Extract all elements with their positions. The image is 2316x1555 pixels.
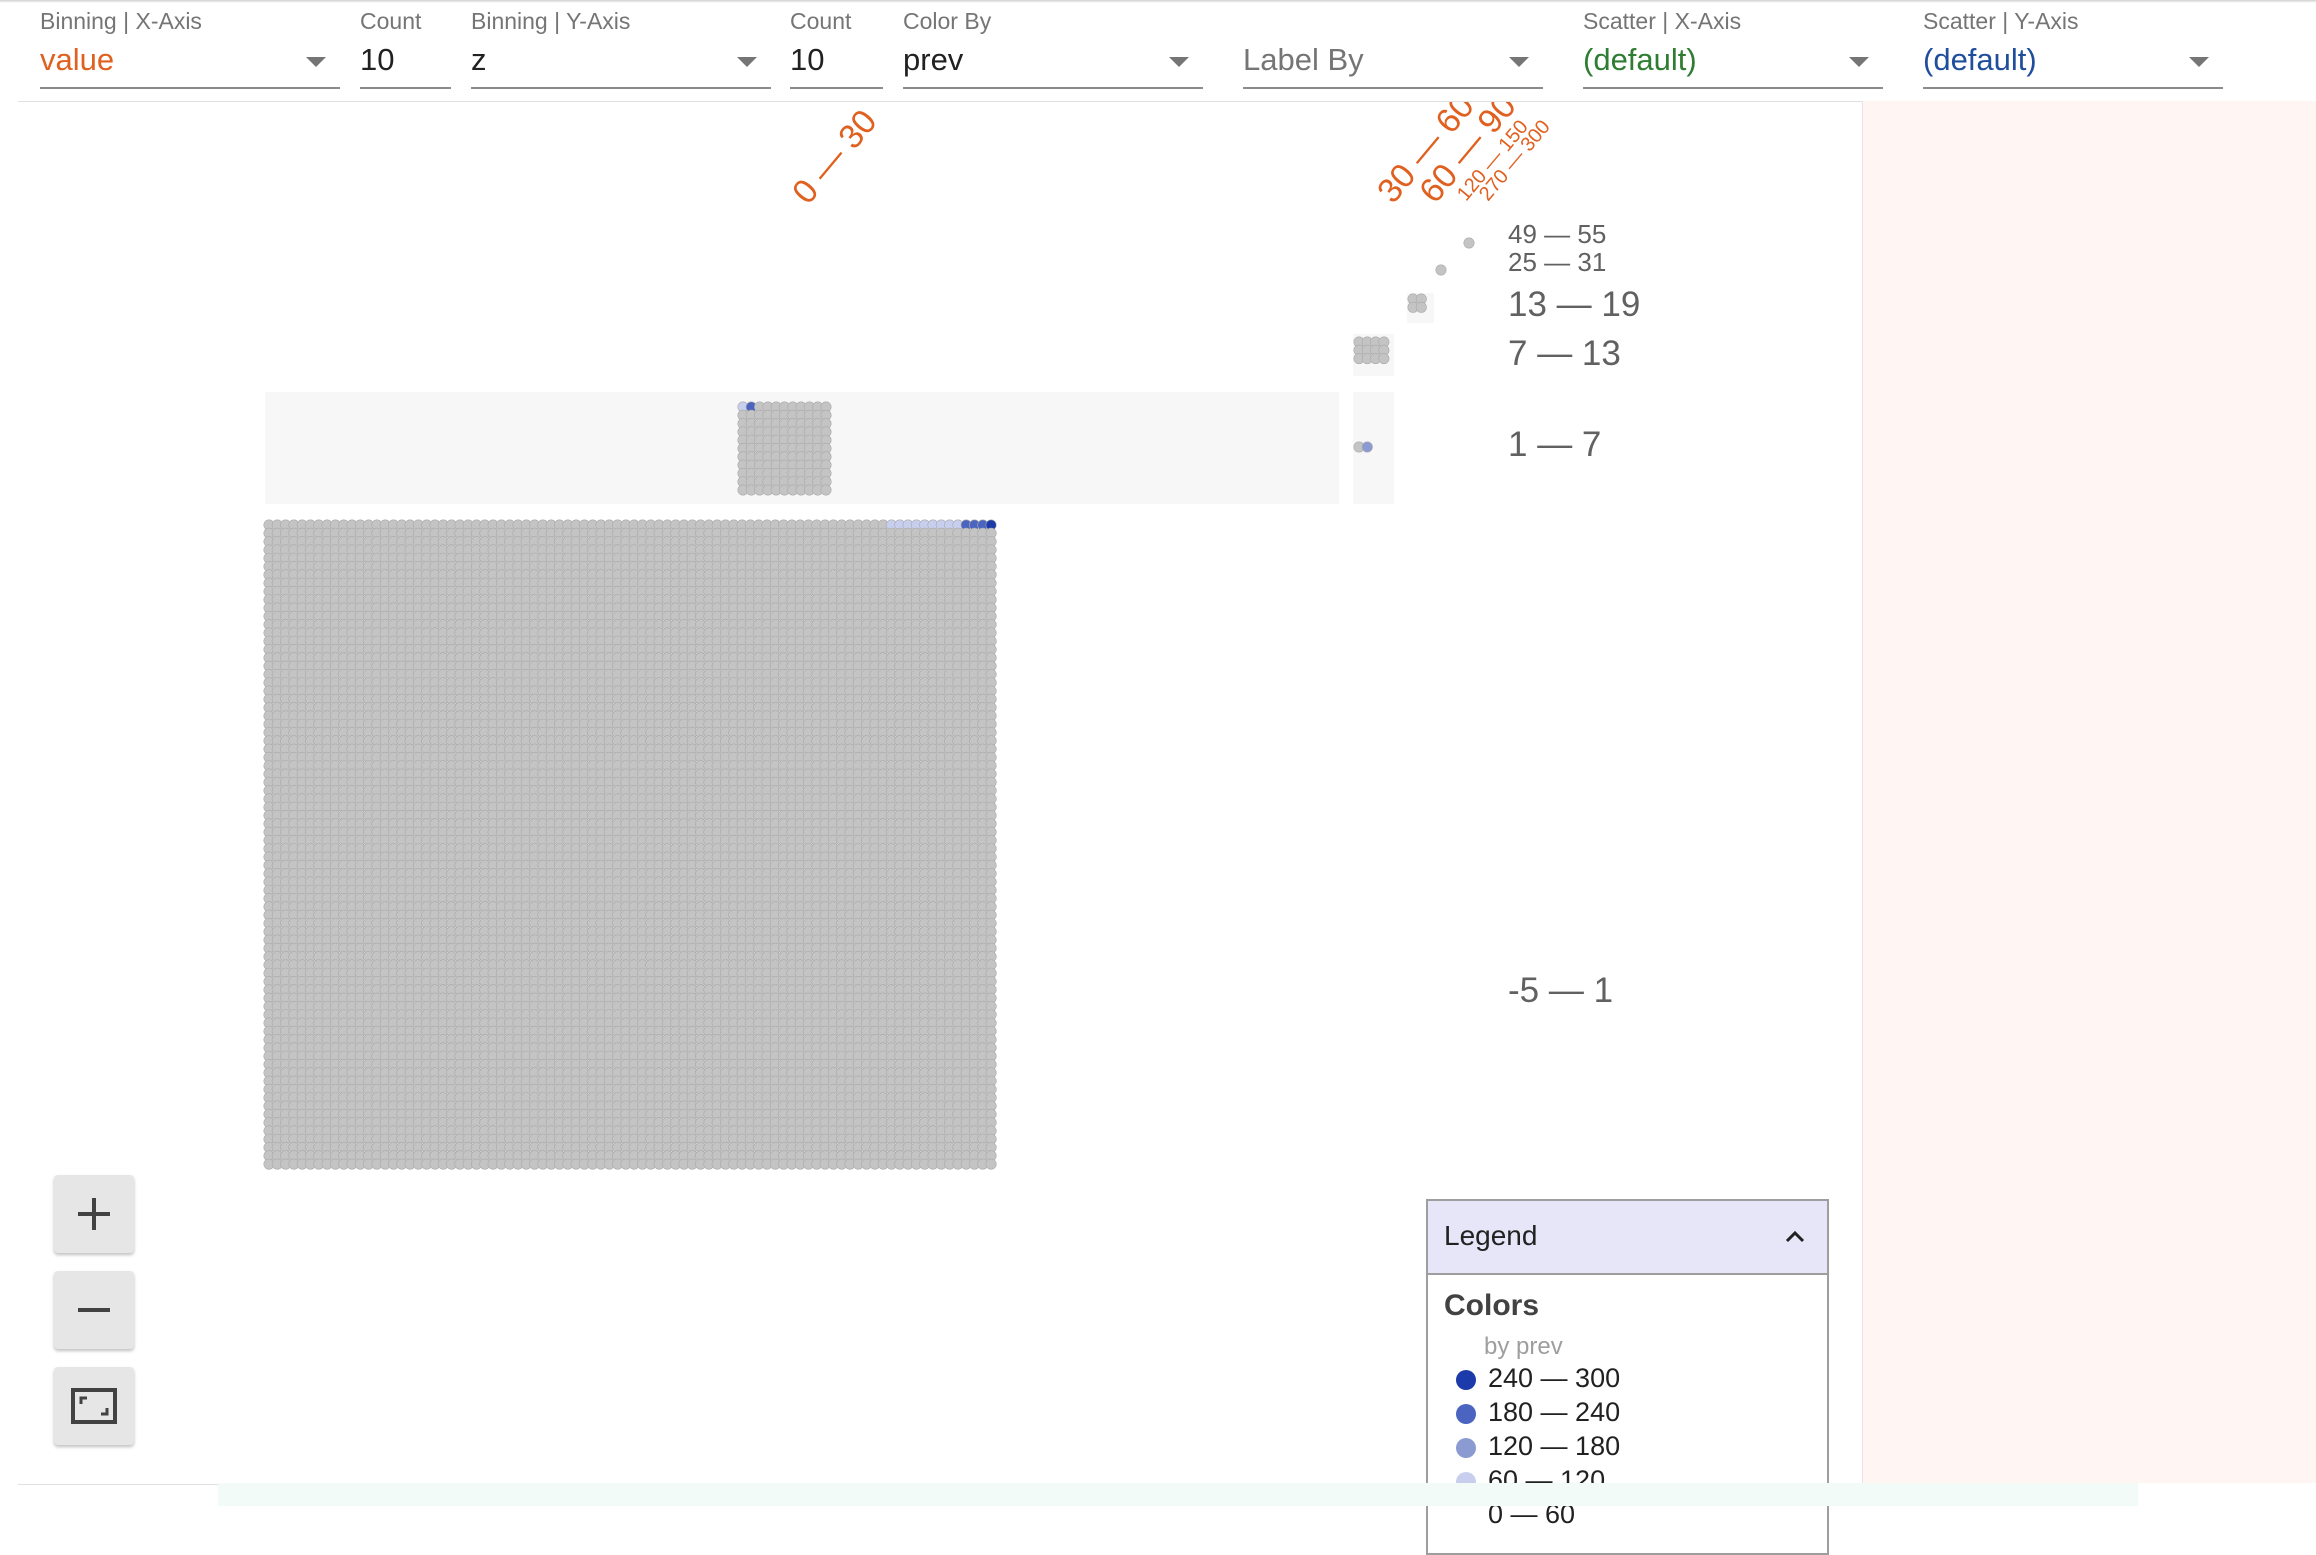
chevron-down-icon bbox=[1849, 57, 1869, 67]
underline bbox=[903, 87, 1203, 89]
scatter-y-select[interactable]: Scatter | Y-Axis (default) bbox=[1923, 0, 2223, 92]
underline bbox=[1583, 87, 1883, 89]
underline bbox=[360, 87, 451, 89]
label-by-placeholder: Label By bbox=[1243, 42, 1364, 77]
count-y-label: Count bbox=[790, 8, 852, 34]
chevron-down-icon bbox=[737, 57, 757, 67]
binning-y-label: Binning | Y-Axis bbox=[471, 8, 631, 34]
chevron-down-icon bbox=[306, 57, 326, 67]
binning-x-label: Binning | X-Axis bbox=[40, 8, 202, 34]
count-x-input[interactable]: Count 10 bbox=[360, 0, 451, 92]
count-y-value: 10 bbox=[790, 42, 825, 77]
underline bbox=[471, 87, 771, 89]
label-by-select[interactable]: Label By bbox=[1243, 0, 1543, 92]
underline bbox=[790, 87, 883, 89]
scatter-y-value: (default) bbox=[1923, 42, 2037, 77]
binning-x-value: value bbox=[40, 42, 115, 77]
points-layer bbox=[263, 237, 1475, 1170]
scatter-x-select[interactable]: Scatter | X-Axis (default) bbox=[1583, 0, 1883, 92]
binning-x-select[interactable]: Binning | X-Axis value bbox=[40, 0, 340, 92]
scatter-x-label: Scatter | X-Axis bbox=[1583, 8, 1742, 34]
binning-y-select[interactable]: Binning | Y-Axis z bbox=[471, 0, 771, 92]
count-x-value: 10 bbox=[360, 42, 395, 77]
color-by-select[interactable]: Color By prev bbox=[903, 0, 1203, 92]
underline bbox=[40, 87, 340, 89]
chevron-down-icon bbox=[1509, 57, 1529, 67]
chevron-down-icon bbox=[1169, 57, 1189, 67]
binning-y-value: z bbox=[471, 42, 487, 77]
count-y-input[interactable]: Count 10 bbox=[790, 0, 883, 92]
chevron-down-icon bbox=[2189, 57, 2209, 67]
color-by-label: Color By bbox=[903, 8, 992, 34]
underline bbox=[1923, 87, 2223, 89]
count-x-label: Count bbox=[360, 8, 422, 34]
underline bbox=[1243, 87, 1543, 89]
visualization-panel[interactable]: 0 — 30 30 — 60 60 — 90 120 — 150 270 — 300 49… bbox=[18, 101, 1862, 1555]
color-by-value: prev bbox=[903, 42, 964, 77]
scatter-y-label: Scatter | Y-Axis bbox=[1923, 8, 2079, 34]
scatter-x-value: (default) bbox=[1583, 42, 1697, 77]
